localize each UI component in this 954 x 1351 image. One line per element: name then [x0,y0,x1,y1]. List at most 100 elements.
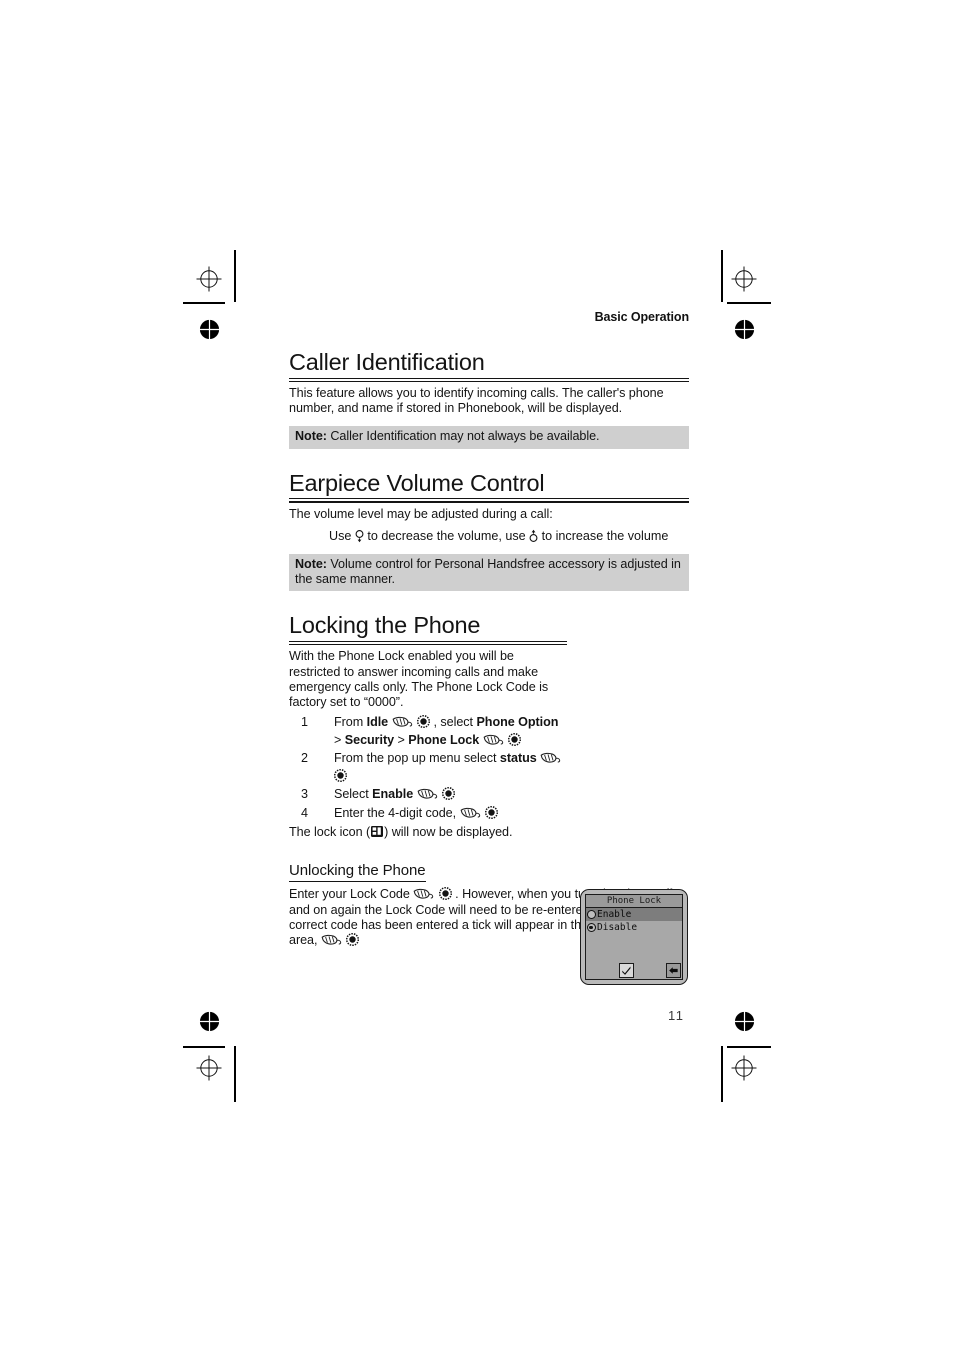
text-run: Select [334,787,373,802]
page-content: Basic Operation Caller Identification Th… [289,310,689,986]
section-title-earpiece-volume-control: Earpiece Volume Control [289,470,689,500]
locking-body: With the Phone Lock enabled you will be … [289,649,549,709]
select-key-icon [484,805,499,819]
lock-icon [370,825,384,838]
volume-down-key-icon [355,529,364,543]
trim-line-bottom-right [721,1046,723,1102]
text-run: , select [433,715,477,730]
page-number: 11 [668,1008,685,1023]
step-text: From Idle , select Phone Option > Securi… [334,715,558,747]
phone-screen-option[interactable]: Enable [586,908,682,922]
phone-screen-inner: Phone Lock Enable Disable [585,894,683,981]
scroll-key-icon [392,716,414,728]
locking-step: 4 Enter the 4-digit code, [289,805,567,823]
emphasis-term: Phone Lock [408,732,480,747]
locking-step: 2 From the pop up menu select status [289,750,567,785]
phone-screen-softkeys [586,962,682,979]
emphasis-term: status [499,751,537,766]
volume-instruction-line: Use to decrease the volume, use to incre… [329,529,689,544]
trim-line-right-lower [727,1046,771,1048]
note-earpiece-volume: Note: Volume control for Personal Handsf… [289,553,689,592]
text-run: Enter your Lock Code [289,887,414,902]
text-run: > [334,732,345,747]
note-text: Volume control for Personal Handsfree ac… [295,556,681,587]
select-key-icon [438,887,452,901]
trim-line-right-upper [727,302,771,304]
scroll-key-icon [483,734,505,746]
softkey-back-button[interactable] [666,963,681,979]
subsection-title-unlocking-the-phone: Unlocking the Phone [289,862,426,883]
trim-line-top-left [234,250,236,302]
phone-screen-title: Phone Lock [586,895,682,909]
section-title-locking-the-phone: Locking the Phone [289,613,567,643]
lock-icon-note-pre: The lock icon ( [289,825,371,840]
phone-screen-option-label: Enable [597,909,632,921]
select-key-icon [333,768,348,782]
softkey-confirm-button[interactable] [619,963,634,979]
registration-target-bottom-left [196,1055,222,1081]
trim-line-top-right [721,250,723,302]
scroll-key-icon [540,752,562,764]
tick-icon [622,966,631,976]
registration-target-top-left [196,266,222,292]
select-key-icon [442,787,456,801]
step-text: Select Enable [334,787,456,802]
note-caller-identification: Note: Caller Identification may not alwa… [289,426,689,449]
step-number: 4 [301,805,308,820]
registration-dot-left-lower [199,1011,220,1032]
note-label: Note: [295,556,327,571]
select-key-icon [416,715,431,729]
back-arrow-icon [669,967,678,975]
radio-button-icon[interactable] [587,923,596,933]
scroll-key-icon [417,788,439,800]
trim-line-left-lower [183,1046,225,1048]
step-number: 1 [301,715,308,730]
caller-identification-body: This feature allows you to identify inco… [289,385,664,416]
phone-screen-option-list: Enable Disable [586,908,682,934]
phone-lock-screen-figure: Phone Lock Enable Disable [580,889,688,986]
text-run: Enter the 4-digit code, [334,805,460,820]
select-key-icon [346,932,360,947]
scroll-key-icon [321,934,343,946]
volume-instruction-mid: to decrease the volume, use [367,528,526,543]
earpiece-body: The volume level may be adjusted during … [289,506,553,521]
emphasis-term: Security [344,732,395,747]
step-number: 2 [301,751,308,766]
emphasis-term: Enable [372,787,414,802]
title-rule [289,501,689,503]
locking-text-column: Locking the Phone With the Phone Lock en… [289,613,567,840]
section-locking-the-phone: Locking the Phone With the Phone Lock en… [289,613,689,986]
trim-line-bottom-left [234,1046,236,1102]
note-label: Note: [295,429,327,444]
note-text: Caller Identification may not always be … [330,429,600,444]
volume-instruction-pre: Use [329,528,352,543]
text-run: From [334,715,367,730]
emphasis-term: Phone Option [476,715,559,730]
text-run: > [397,732,409,747]
registration-target-bottom-right [731,1055,757,1081]
step-number: 3 [301,787,308,802]
registration-dot-right-upper [734,319,755,340]
step-text: From the pop up menu select status [333,751,562,783]
section-title-caller-identification: Caller Identification [289,350,689,379]
registration-dot-left-upper [199,319,220,340]
radio-button-icon[interactable] [587,910,596,920]
locking-step: 3 Select Enable [289,786,567,804]
phone-screen-option[interactable]: Disable [586,921,682,934]
scroll-key-icon [460,807,482,819]
lock-icon-note: The lock icon () will now be displayed. [289,825,567,840]
select-key-icon [508,732,522,746]
volume-up-key-icon [529,529,538,543]
step-text: Enter the 4-digit code, [334,805,499,820]
registration-target-top-right [731,266,757,292]
trim-line-left-upper [183,302,225,304]
scroll-key-icon [413,888,435,900]
running-head: Basic Operation [594,310,689,324]
phone-screen-option-label: Disable [597,922,638,934]
locking-steps-list: 1 From Idle , select Phone Option > Secur… [289,714,567,822]
section-caller-identification: Caller Identification This feature allow… [289,350,689,449]
emphasis-term: Idle [366,715,389,730]
volume-instruction-post: to increase the volume [541,528,669,543]
text-run: From the pop up menu select [334,751,500,766]
section-earpiece-volume-control: Earpiece Volume Control The volume level… [289,470,689,592]
